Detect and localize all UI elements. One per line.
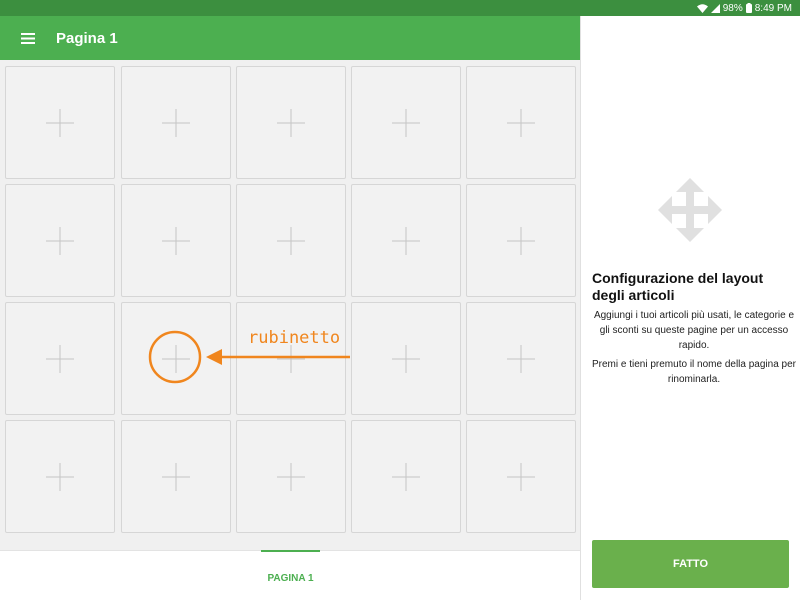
plus-icon xyxy=(162,108,190,137)
add-item-tile[interactable] xyxy=(5,302,115,415)
add-item-tile[interactable] xyxy=(466,184,576,297)
add-item-tile[interactable] xyxy=(5,66,115,179)
add-item-tile[interactable] xyxy=(236,184,346,297)
layout-help-panel: Configurazione del layout degli articoli… xyxy=(581,16,800,600)
battery-icon xyxy=(745,3,752,13)
plus-icon xyxy=(392,462,420,491)
clock: 8:49 PM xyxy=(754,2,792,14)
plus-icon xyxy=(392,226,420,255)
add-item-tile[interactable] xyxy=(351,184,461,297)
add-item-tile[interactable] xyxy=(5,420,115,533)
page-tab-bar: PAGINA 1 xyxy=(0,550,581,600)
signal-icon xyxy=(710,3,720,13)
item-layout-grid xyxy=(0,60,581,550)
plus-icon xyxy=(162,462,190,491)
hamburger-menu-icon[interactable] xyxy=(0,16,56,60)
plus-icon xyxy=(507,108,535,137)
plus-icon xyxy=(162,344,190,373)
plus-icon xyxy=(162,226,190,255)
add-item-tile[interactable] xyxy=(351,420,461,533)
plus-icon xyxy=(46,344,74,373)
plus-icon xyxy=(392,344,420,373)
add-item-tile[interactable] xyxy=(466,420,576,533)
tab-pagina-1[interactable]: PAGINA 1 xyxy=(261,550,320,600)
plus-icon xyxy=(46,108,74,137)
panel-paragraph: Premi e tieni premuto il nome della pagi… xyxy=(592,359,796,385)
add-item-tile[interactable] xyxy=(236,66,346,179)
plus-icon xyxy=(277,344,305,373)
status-bar: 98% 8:49 PM xyxy=(0,0,800,16)
plus-icon xyxy=(507,344,535,373)
move-arrows-icon xyxy=(658,178,722,247)
plus-icon xyxy=(277,462,305,491)
app-root: 98% 8:49 PM Pagina 1 PAGINA 1 Configuraz… xyxy=(0,0,800,600)
add-item-tile[interactable] xyxy=(466,302,576,415)
panel-description: Aggiungi i tuoi articoli più usati, le c… xyxy=(592,308,796,391)
add-item-tile[interactable] xyxy=(121,420,231,533)
plus-icon xyxy=(507,462,535,491)
done-button[interactable]: FATTO xyxy=(592,540,789,588)
page-title: Pagina 1 xyxy=(56,29,118,47)
annotation-label: rubinetto xyxy=(248,328,341,348)
toolbar: Pagina 1 xyxy=(0,16,581,60)
add-item-tile[interactable] xyxy=(121,184,231,297)
tab-label: PAGINA 1 xyxy=(267,572,314,584)
add-item-tile[interactable] xyxy=(236,302,346,415)
add-item-tile[interactable] xyxy=(351,66,461,179)
plus-icon xyxy=(392,108,420,137)
add-item-tile[interactable] xyxy=(121,302,231,415)
plus-icon xyxy=(277,108,305,137)
panel-heading: Configurazione del layout degli articoli xyxy=(592,270,764,303)
battery-percent: 98% xyxy=(722,2,743,14)
panel-paragraph: Aggiungi i tuoi articoli più usati, le c… xyxy=(593,310,795,351)
add-item-tile[interactable] xyxy=(236,420,346,533)
wifi-icon xyxy=(696,3,708,13)
plus-icon xyxy=(507,226,535,255)
plus-icon xyxy=(46,462,74,491)
add-item-tile[interactable] xyxy=(5,184,115,297)
add-item-tile[interactable] xyxy=(121,66,231,179)
plus-icon xyxy=(46,226,74,255)
tab-selected-indicator xyxy=(261,550,320,552)
plus-icon xyxy=(277,226,305,255)
add-item-tile[interactable] xyxy=(466,66,576,179)
add-item-tile[interactable] xyxy=(351,302,461,415)
